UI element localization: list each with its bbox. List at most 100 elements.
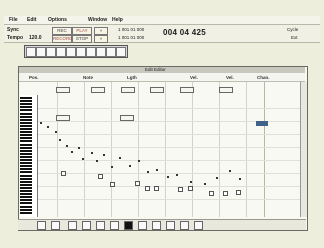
note-event[interactable]	[103, 154, 105, 156]
active-note-button-icon[interactable]	[124, 221, 133, 230]
step-back-icon[interactable]	[68, 221, 77, 230]
selected-event[interactable]	[256, 121, 268, 126]
note-event[interactable]	[190, 181, 192, 183]
menu-options[interactable]: Options	[48, 17, 67, 23]
note-event[interactable]	[204, 183, 206, 185]
note-event[interactable]	[96, 160, 98, 162]
piano-key[interactable]	[20, 100, 32, 103]
note-event[interactable]	[61, 171, 66, 176]
piano-key[interactable]	[20, 177, 32, 180]
note-grid[interactable]	[20, 82, 300, 217]
piano-key[interactable]	[20, 196, 32, 199]
horizontal-scrollbar[interactable]	[18, 219, 306, 230]
play-button[interactable]: PLAY	[72, 27, 92, 35]
note-event[interactable]	[66, 145, 68, 147]
arrow-tool-icon[interactable]	[26, 47, 36, 57]
piano-key[interactable]	[20, 165, 32, 168]
piano-key[interactable]	[20, 149, 32, 152]
note-event[interactable]	[111, 166, 113, 168]
quantize-icon[interactable]	[138, 221, 147, 230]
track-icon[interactable]	[110, 221, 119, 230]
piano-key[interactable]	[20, 143, 32, 146]
note-event[interactable]	[229, 170, 231, 172]
piano-key[interactable]	[20, 199, 32, 202]
loop-button[interactable]: REC	[52, 27, 72, 35]
menu-edit[interactable]: Edit	[27, 17, 36, 23]
piano-key[interactable]	[20, 168, 32, 171]
note-event[interactable]	[59, 139, 61, 141]
magnify-tool-icon[interactable]	[76, 47, 86, 57]
note-event[interactable]	[216, 177, 218, 179]
controller-event[interactable]	[91, 87, 105, 93]
quantize-tool-icon[interactable]	[96, 47, 106, 57]
rewind-button[interactable]: «	[94, 35, 108, 43]
glue-tool-icon[interactable]	[66, 47, 76, 57]
piano-key[interactable]	[20, 186, 32, 189]
note-event[interactable]	[147, 171, 149, 173]
piano-key[interactable]	[20, 103, 32, 106]
piano-key[interactable]	[20, 137, 32, 140]
note-event[interactable]	[236, 190, 241, 195]
controller-event[interactable]	[150, 87, 164, 93]
piano-key[interactable]	[20, 115, 32, 118]
menu-window[interactable]: Window	[88, 17, 107, 23]
note-event[interactable]	[78, 147, 80, 149]
note-event[interactable]	[209, 191, 214, 196]
pencil-tool-icon[interactable]	[36, 47, 46, 57]
menu-help[interactable]: Help	[112, 17, 123, 23]
piano-key[interactable]	[20, 180, 32, 183]
piano-key[interactable]	[20, 124, 32, 127]
note-event[interactable]	[82, 158, 84, 160]
controller-event[interactable]	[56, 115, 70, 121]
piano-key[interactable]	[20, 202, 32, 205]
note-event[interactable]	[98, 174, 103, 179]
piano-key[interactable]	[20, 183, 32, 186]
note-event[interactable]	[188, 186, 193, 191]
piano-key[interactable]	[20, 190, 32, 192]
piano-key[interactable]	[20, 146, 32, 149]
piano-key[interactable]	[20, 128, 32, 130]
piano-key[interactable]	[20, 131, 32, 134]
piano-key[interactable]	[20, 97, 32, 99]
note-event[interactable]	[239, 178, 241, 180]
channel-icon[interactable]	[180, 221, 189, 230]
velocity-tool-icon[interactable]	[86, 47, 96, 57]
piano-key[interactable]	[20, 208, 32, 211]
note-event[interactable]	[129, 165, 131, 167]
piano-key[interactable]	[20, 159, 32, 161]
piano-key[interactable]	[20, 121, 32, 124]
controller-event[interactable]	[180, 87, 194, 93]
piano-key[interactable]	[20, 112, 32, 115]
controller-event[interactable]	[219, 87, 233, 93]
note-event[interactable]	[154, 186, 159, 191]
zoom-out-icon[interactable]	[37, 221, 46, 230]
note-event[interactable]	[119, 157, 121, 159]
eraser-tool-icon[interactable]	[46, 47, 56, 57]
note-event[interactable]	[40, 122, 42, 124]
piano-keyboard[interactable]	[20, 95, 38, 217]
piano-key[interactable]	[20, 171, 32, 174]
controller-event[interactable]	[121, 87, 135, 93]
piano-key[interactable]	[20, 174, 32, 177]
note-event[interactable]	[223, 191, 228, 196]
piano-key[interactable]	[20, 109, 32, 112]
note-event[interactable]	[91, 152, 93, 154]
piano-key[interactable]	[20, 155, 32, 158]
piano-key[interactable]	[20, 162, 32, 165]
forward-button[interactable]: »	[94, 27, 108, 35]
piano-key[interactable]	[20, 134, 32, 137]
note-event[interactable]	[47, 126, 49, 128]
velocity-icon[interactable]	[152, 221, 161, 230]
vertical-scrollbar[interactable]	[300, 82, 307, 217]
menu-file[interactable]: File	[9, 17, 18, 23]
note-event[interactable]	[110, 182, 115, 187]
scissors-tool-icon[interactable]	[56, 47, 66, 57]
note-event[interactable]	[167, 176, 169, 178]
piano-key[interactable]	[20, 106, 32, 109]
step-forward-icon[interactable]	[82, 221, 91, 230]
piano-key[interactable]	[20, 152, 32, 155]
controller-event[interactable]	[120, 115, 134, 121]
piano-key[interactable]	[20, 140, 32, 143]
mute-tool-icon[interactable]	[106, 47, 116, 57]
note-event[interactable]	[55, 131, 57, 133]
